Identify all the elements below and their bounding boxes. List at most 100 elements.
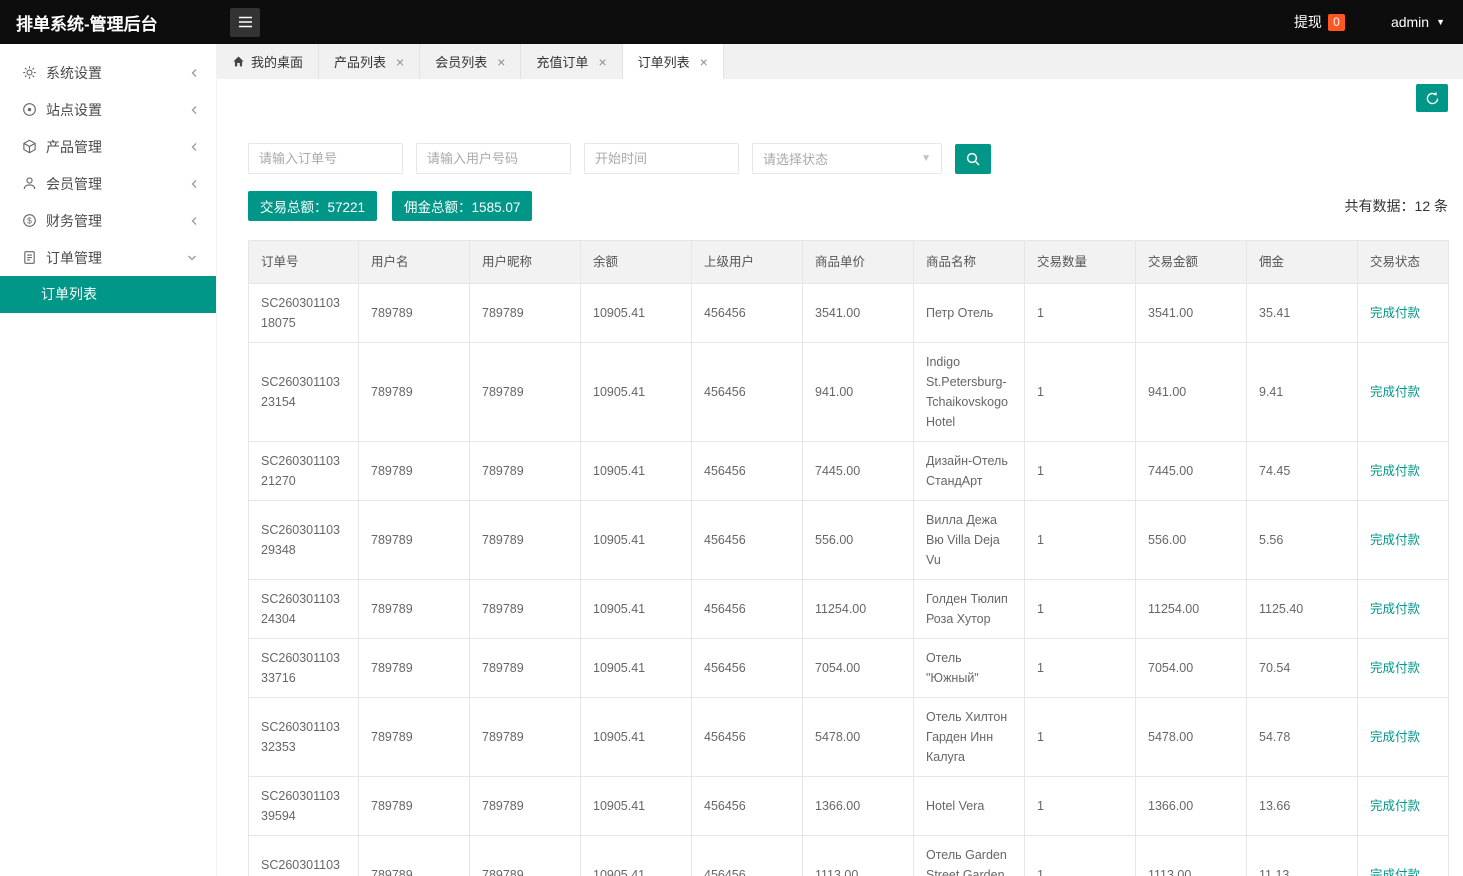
main-content: 请选择状态 ▼ 交易总额：57221 佣金总额：1585.07 共有数据：12 … xyxy=(217,79,1463,876)
sidebar-item-1[interactable]: 站点设置 xyxy=(0,91,216,128)
user-number-input[interactable] xyxy=(416,143,571,174)
status-select[interactable]: 请选择状态 ▼ xyxy=(752,143,942,174)
orders-table-wrap: 订单号 用户名 用户昵称 余额 上级用户 商品单价 商品名称 交易数量 交易金额 佣金 交易状态 SC… xyxy=(248,240,1449,876)
tab-2[interactable]: 会员列表 × xyxy=(420,44,522,79)
sidebar-subitem[interactable]: 订单列表 xyxy=(0,276,216,313)
finance-icon: $ xyxy=(21,213,37,229)
chevron-down-icon: ▼ xyxy=(921,152,931,164)
table-cell: Дизайн-Отель СтандАрт xyxy=(913,441,1025,501)
table-cell: 74.45 xyxy=(1246,441,1358,501)
table-cell: SC26030110339594 xyxy=(248,776,359,836)
table-row: SC26030110329348 789789 789789 10905.41 4564… xyxy=(248,500,1449,580)
withdraw-link[interactable]: 提现 0 xyxy=(1294,12,1345,32)
tab-3[interactable]: 充值订单 × xyxy=(521,44,623,79)
table-cell: 456456 xyxy=(691,500,803,580)
table-cell: Отель Хилтон Гарден Инн Калуга xyxy=(913,697,1025,777)
start-time-input[interactable] xyxy=(584,143,739,174)
sidebar-item-3[interactable]: 会员管理 xyxy=(0,165,216,202)
table-cell: SC26030110329348 xyxy=(248,500,359,580)
sidebar-menu: 系统设置 站点设置 产品管理 会员管理 $ 财务管理订单管理订单列表 xyxy=(0,54,216,313)
close-icon[interactable]: × xyxy=(497,55,505,69)
sidebar: 系统设置 站点设置 产品管理 会员管理 $ 财务管理订单管理订单列表 xyxy=(0,44,217,876)
table-row: SC26030110332353 789789 789789 10905.41 4564… xyxy=(248,697,1449,777)
table-cell: SC26030110333716 xyxy=(248,638,359,698)
table-cell: Голден Тюлип Роза Хутор xyxy=(913,579,1025,639)
close-icon[interactable]: × xyxy=(396,55,404,69)
table-cell: 10905.41 xyxy=(580,697,692,777)
table-cell: 789789 xyxy=(469,697,581,777)
table-cell: 789789 xyxy=(469,283,581,343)
table-cell: 11254.00 xyxy=(802,579,914,639)
tab-label: 会员列表 xyxy=(435,55,488,70)
table-cell: 1 xyxy=(1024,283,1136,343)
table-row: SC2603011033393278978978978910905.414564… xyxy=(248,835,1449,876)
table-cell: 556.00 xyxy=(802,500,914,580)
order-icon xyxy=(21,250,37,266)
table-cell: 9.41 xyxy=(1246,342,1358,442)
column-header: 佣金 xyxy=(1246,240,1358,284)
table-cell: 11254.00 xyxy=(1135,579,1247,639)
close-icon[interactable]: × xyxy=(700,55,708,69)
table-cell: 1 xyxy=(1024,500,1136,580)
table-cell: Вилла Дежа Вю Villa Deja Vu xyxy=(913,500,1025,580)
table-cell: 789789 xyxy=(358,441,470,501)
table-cell: 10905.41 xyxy=(580,835,692,876)
table-cell: SC26030110321270 xyxy=(248,441,359,501)
order-number-input[interactable] xyxy=(248,143,403,174)
data-count-suffix: 条 xyxy=(1430,198,1448,214)
table-row: SC26030110318075 789789 789789 10905.41 4564… xyxy=(248,283,1449,343)
table-cell: 456456 xyxy=(691,579,803,639)
close-icon[interactable]: × xyxy=(598,55,606,69)
table-cell: 10905.41 xyxy=(580,441,692,501)
total-trade-badge[interactable]: 交易总额：57221 xyxy=(248,191,378,221)
table-row: SC26030110321270 789789 789789 10905.41 4564… xyxy=(248,441,1449,501)
sidebar-item-5[interactable]: 订单管理 xyxy=(0,239,216,276)
product-icon xyxy=(21,139,37,155)
gear-icon xyxy=(21,65,37,81)
status-cell: 完成付款 xyxy=(1357,579,1449,639)
orders-table: 订单号 用户名 用户昵称 余额 上级用户 商品单价 商品名称 交易数量 交易金额 佣金 交易状态 SC… xyxy=(248,240,1449,876)
sidebar-item-label: 订单管理 xyxy=(46,249,102,266)
withdraw-label: 提现 xyxy=(1293,14,1322,30)
sidebar-item-0[interactable]: 系统设置 xyxy=(0,54,216,91)
chevron-left-icon xyxy=(190,104,198,116)
table-cell: 1113.00 xyxy=(1135,835,1247,876)
table-cell: 54.78 xyxy=(1246,697,1358,777)
site-icon xyxy=(21,102,37,118)
table-cell: SC26030110323154 xyxy=(248,342,359,442)
tab-4[interactable]: 订单列表 × xyxy=(622,44,724,79)
tab-1[interactable]: 产品列表 × xyxy=(319,44,421,79)
table-cell: 7445.00 xyxy=(1135,441,1247,501)
sidebar-item-label: 财务管理 xyxy=(46,212,102,229)
sidebar-item-4[interactable]: $ 财务管理 xyxy=(0,202,216,239)
chevron-left-icon xyxy=(190,215,198,227)
table-cell: 456456 xyxy=(691,441,803,501)
chevron-left-icon xyxy=(190,178,198,190)
table-cell: 456456 xyxy=(691,283,803,343)
table-cell: 1 xyxy=(1024,342,1136,442)
refresh-row xyxy=(248,84,1448,112)
data-count-value: 12 xyxy=(1414,198,1431,214)
tab-bar: 我的桌面 产品列表 × 会员列表 × 充值订单 × 订单列表 × xyxy=(217,44,1463,79)
column-header: 订单号 xyxy=(248,240,359,284)
table-cell: 789789 xyxy=(469,579,581,639)
table-cell: Hotel Vera xyxy=(913,776,1025,836)
table-cell: 941.00 xyxy=(1135,342,1247,442)
user-menu[interactable]: admin ▼ xyxy=(1391,14,1445,30)
search-button[interactable] xyxy=(955,143,991,174)
tab-0[interactable]: 我的桌面 xyxy=(217,44,320,79)
sidebar-item-2[interactable]: 产品管理 xyxy=(0,128,216,165)
refresh-button[interactable] xyxy=(1416,84,1448,112)
table-cell: 3541.00 xyxy=(802,283,914,343)
status-cell: 完成付款 xyxy=(1357,342,1449,442)
hamburger-button[interactable] xyxy=(230,7,260,37)
table-cell: 1 xyxy=(1024,441,1136,501)
filter-row: 请选择状态 ▼ xyxy=(248,143,1448,174)
table-cell: 10905.41 xyxy=(580,638,692,698)
total-commission-badge[interactable]: 佣金总额：1585.07 xyxy=(392,191,533,221)
table-cell: 1366.00 xyxy=(802,776,914,836)
column-header: 商品名称 xyxy=(913,240,1025,284)
top-bar: 排单系统-管理后台 提现 0 admin ▼ xyxy=(0,0,1463,44)
table-cell: 789789 xyxy=(358,697,470,777)
table-cell: 11.13 xyxy=(1246,835,1358,876)
